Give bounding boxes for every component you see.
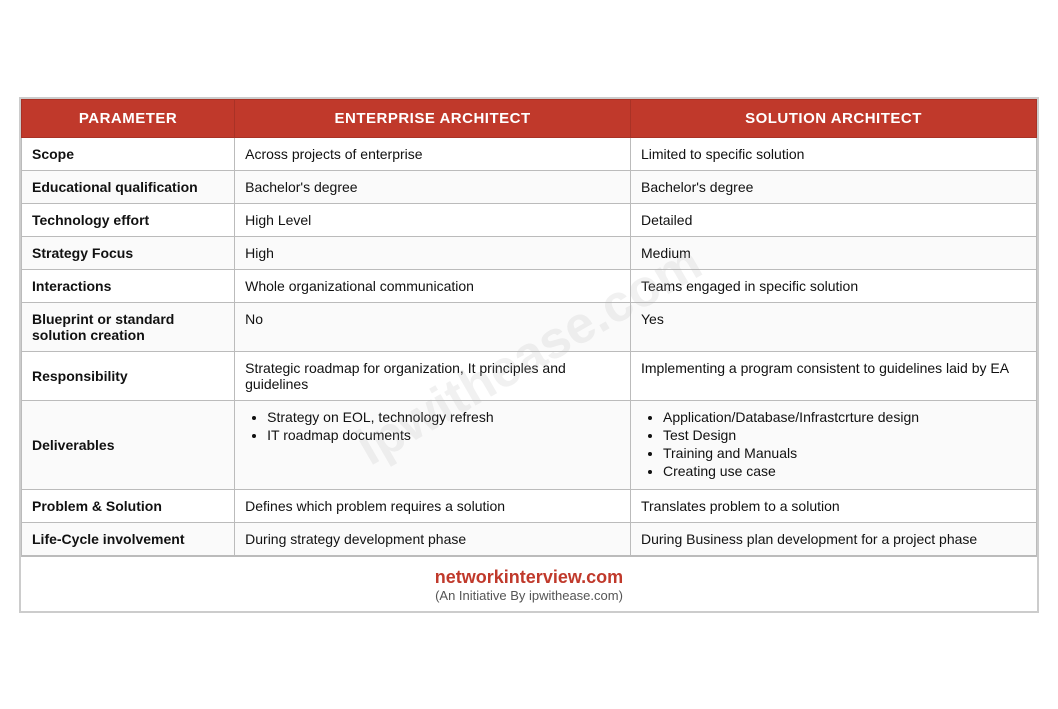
table-row: Blueprint or standard solution creationN…: [22, 302, 1037, 351]
table-row: Strategy FocusHighMedium: [22, 236, 1037, 269]
list-item: Training and Manuals: [663, 445, 1026, 461]
list-item: Strategy on EOL, technology refresh: [267, 409, 620, 425]
header-sa: SOLUTION ARCHITECT: [630, 99, 1036, 137]
ea-cell: Strategic roadmap for organization, It p…: [235, 351, 631, 400]
list-item: Test Design: [663, 427, 1026, 443]
sa-cell: Bachelor's degree: [630, 170, 1036, 203]
list-item: Creating use case: [663, 463, 1026, 479]
param-cell: Blueprint or standard solution creation: [22, 302, 235, 351]
param-cell: Deliverables: [22, 400, 235, 489]
sa-cell: Limited to specific solution: [630, 137, 1036, 170]
sa-cell: Teams engaged in specific solution: [630, 269, 1036, 302]
ea-cell: Bachelor's degree: [235, 170, 631, 203]
param-cell: Technology effort: [22, 203, 235, 236]
param-cell: Educational qualification: [22, 170, 235, 203]
param-cell: Responsibility: [22, 351, 235, 400]
footer: networkinterview.com (An Initiative By i…: [21, 556, 1037, 611]
ea-cell: Strategy on EOL, technology refresh IT ro…: [235, 400, 631, 489]
list-item: Application/Database/Infrastcrture desig…: [663, 409, 1026, 425]
ea-cell: High: [235, 236, 631, 269]
table-row: InteractionsWhole organizational communi…: [22, 269, 1037, 302]
table-row: Educational qualificationBachelor's degr…: [22, 170, 1037, 203]
ea-cell: No: [235, 302, 631, 351]
table-row: Problem & SolutionDefines which problem …: [22, 489, 1037, 522]
table-row: ScopeAcross projects of enterpriseLimite…: [22, 137, 1037, 170]
sa-cell: Yes: [630, 302, 1036, 351]
sa-cell: During Business plan development for a p…: [630, 522, 1036, 555]
sa-cell: Translates problem to a solution: [630, 489, 1036, 522]
header-param: PARAMETER: [22, 99, 235, 137]
list-item: IT roadmap documents: [267, 427, 620, 443]
table-row: DeliverablesStrategy on EOL, technology …: [22, 400, 1037, 489]
footer-site: networkinterview.com: [27, 567, 1031, 588]
param-cell: Scope: [22, 137, 235, 170]
header-ea: ENTERPRISE ARCHITECT: [235, 99, 631, 137]
ea-cell: High Level: [235, 203, 631, 236]
sa-cell: Detailed: [630, 203, 1036, 236]
param-cell: Interactions: [22, 269, 235, 302]
ea-cell: Defines which problem requires a solutio…: [235, 489, 631, 522]
table-row: Technology effortHigh LevelDetailed: [22, 203, 1037, 236]
footer-sub: (An Initiative By ipwithease.com): [27, 588, 1031, 603]
table-row: ResponsibilityStrategic roadmap for orga…: [22, 351, 1037, 400]
ea-cell: Across projects of enterprise: [235, 137, 631, 170]
sa-cell: Application/Database/Infrastcrture desig…: [630, 400, 1036, 489]
table-row: Life-Cycle involvementDuring strategy de…: [22, 522, 1037, 555]
ea-cell: During strategy development phase: [235, 522, 631, 555]
param-cell: Strategy Focus: [22, 236, 235, 269]
ea-cell: Whole organizational communication: [235, 269, 631, 302]
param-cell: Life-Cycle involvement: [22, 522, 235, 555]
sa-cell: Medium: [630, 236, 1036, 269]
param-cell: Problem & Solution: [22, 489, 235, 522]
sa-cell: Implementing a program consistent to gui…: [630, 351, 1036, 400]
